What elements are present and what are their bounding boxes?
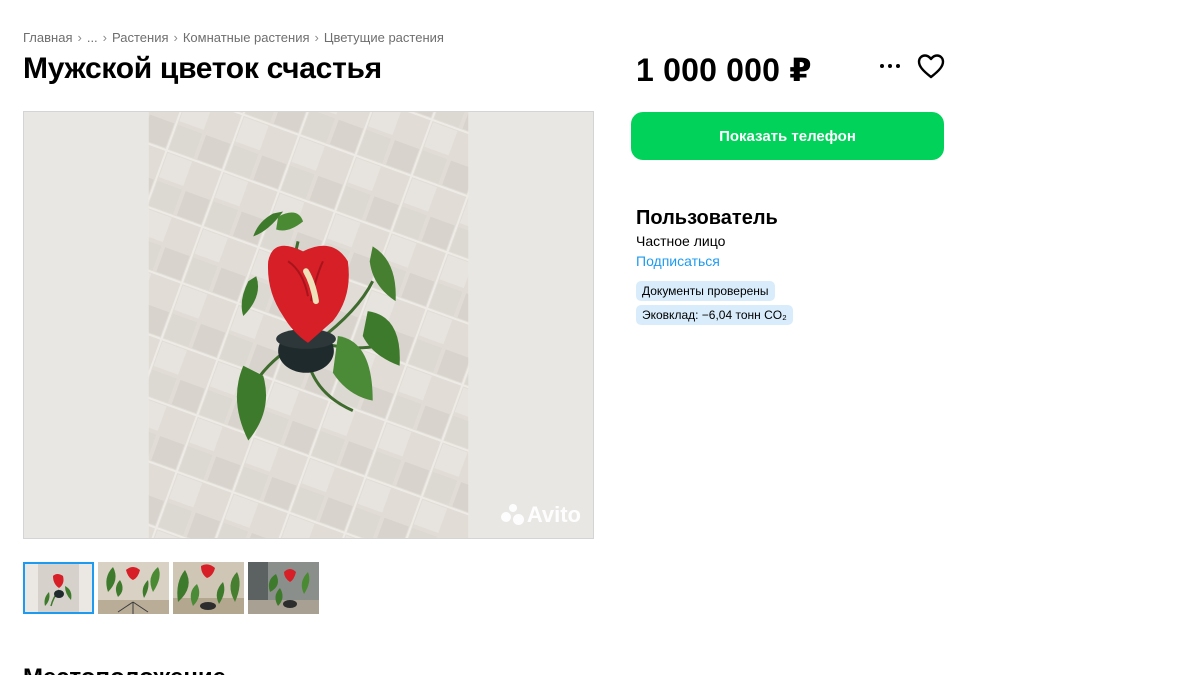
breadcrumb-home[interactable]: Главная [23,30,72,45]
thumbnail-2[interactable] [98,562,169,614]
more-options-button[interactable] [876,54,904,78]
avito-logo-icon [500,504,525,526]
breadcrumb: Главная › ... › Растения › Комнатные рас… [23,30,444,45]
avito-watermark-text: Avito [526,502,581,527]
favorite-button[interactable] [916,52,946,80]
eco-contribution-badge[interactable]: Эковклад: −6,04 тонн CO₂ [636,305,793,325]
thumbnail-image [173,562,244,614]
thumbnail-image [248,562,319,614]
photo-blur-right [469,112,593,538]
heart-icon [917,54,945,79]
subscribe-link[interactable]: Подписаться [636,253,720,269]
more-dots-icon [880,64,884,68]
thumbnail-3[interactable] [173,562,244,614]
breadcrumb-ellipsis[interactable]: ... [87,30,98,45]
price: 1 000 000 ₽ [636,52,812,88]
thumbnail-4[interactable] [248,562,319,614]
seller-type: Частное лицо [636,233,726,249]
documents-verified-badge[interactable]: Документы проверены [636,281,775,301]
thumbnail-strip [23,562,319,614]
breadcrumb-indoor-plants[interactable]: Комнатные растения [183,30,310,45]
show-phone-button[interactable]: Показать телефон [631,112,944,160]
location-heading: Местоположение [23,664,226,675]
thumbnail-image [98,562,169,614]
breadcrumb-separator: › [102,30,108,45]
main-photo[interactable]: Avito [23,111,594,539]
seller-name[interactable]: Пользователь [636,207,778,230]
breadcrumb-separator: › [173,30,178,45]
breadcrumb-plants[interactable]: Растения [112,30,169,45]
avito-watermark: Avito [500,502,581,528]
thumbnail-image [23,562,94,614]
breadcrumb-flowering-plants[interactable]: Цветущие растения [324,30,444,45]
plant-photo [148,112,469,538]
more-dots-icon [888,64,892,68]
photo-blur-left [24,112,148,538]
thumbnail-1[interactable] [23,562,94,614]
breadcrumb-separator: › [314,30,319,45]
breadcrumb-separator: › [77,30,82,45]
more-dots-icon [896,64,900,68]
page-title: Мужской цветок счастья [23,52,382,85]
